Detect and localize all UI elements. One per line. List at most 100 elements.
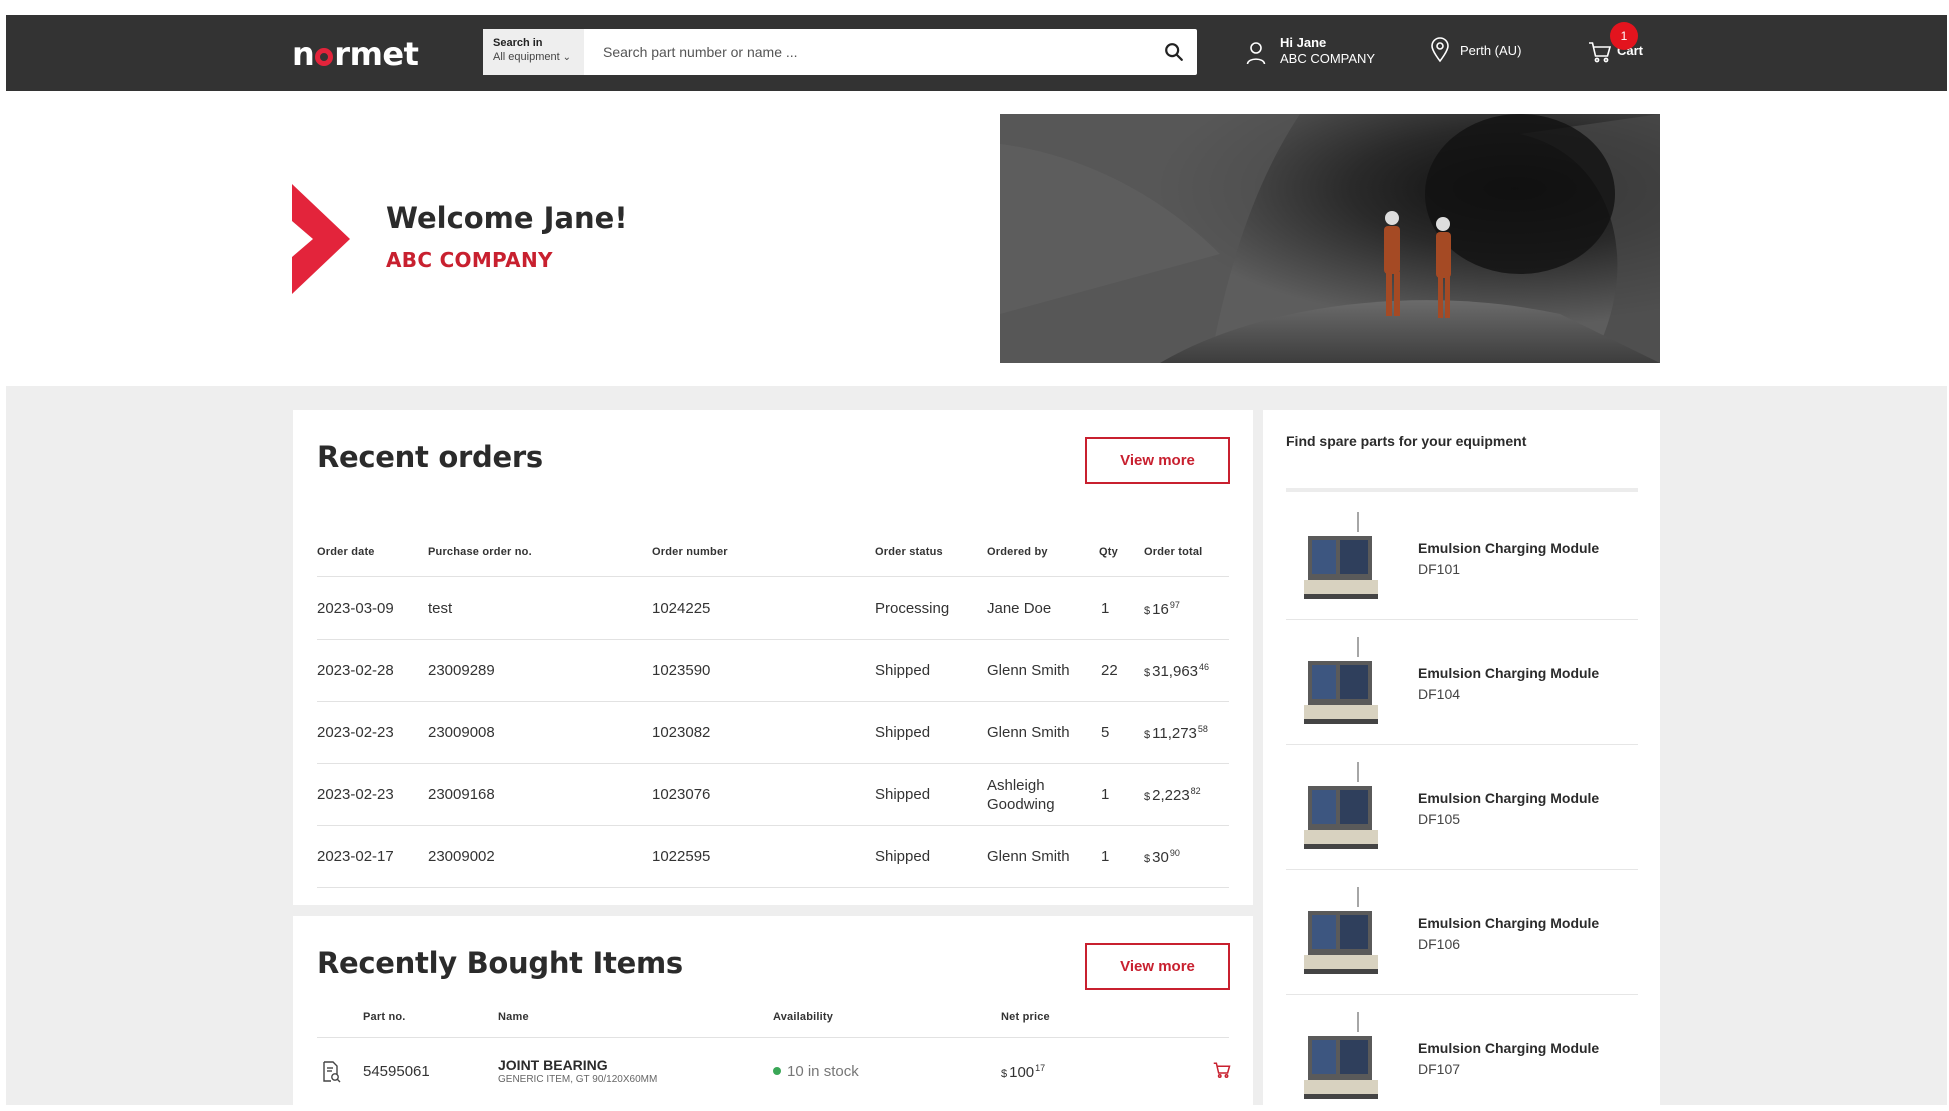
equipment-code: DF101 <box>1418 561 1461 577</box>
hero-tunnel-image <box>1000 114 1660 363</box>
part-number[interactable]: 54595061 <box>363 1063 430 1080</box>
equipment-item[interactable]: Emulsion Charging Module DF104 <box>1286 621 1638 745</box>
col-order-status[interactable]: Order status <box>875 546 943 558</box>
order-row[interactable]: 2023-02-28 23009289 1023590 Shipped Glen… <box>317 640 1229 702</box>
recently-bought-title: Recently Bought Items <box>317 946 683 980</box>
bought-item-row[interactable]: 54595061 JOINT BEARING GENERIC ITEM, GT … <box>317 1039 1231 1099</box>
order-number[interactable]: 1023590 <box>652 662 710 679</box>
col-order-number[interactable]: Order number <box>652 546 728 558</box>
user-greeting: Hi Jane <box>1280 35 1327 50</box>
availability: 10 in stock <box>773 1063 859 1080</box>
order-total: $3090 <box>1144 848 1180 866</box>
order-total: $2,22382 <box>1144 786 1201 804</box>
order-status: Shipped <box>875 848 931 865</box>
equipment-item[interactable]: Emulsion Charging Module DF105 <box>1286 746 1638 870</box>
spare-parts-panel: Find spare parts for your equipment Emul… <box>1263 410 1660 1105</box>
order-qty: 5 <box>1101 724 1110 741</box>
equipment-item[interactable]: Emulsion Charging Module DF107 <box>1286 996 1638 1105</box>
order-date: 2023-02-17 <box>317 848 394 865</box>
order-row[interactable]: 2023-02-23 23009008 1023082 Shipped Glen… <box>317 702 1229 764</box>
welcome-company-name: ABC COMPANY <box>386 248 553 272</box>
equipment-thumbnail <box>1304 512 1378 599</box>
purchase-order-no: 23009002 <box>428 848 495 865</box>
equipment-thumbnail <box>1304 887 1378 974</box>
search-input[interactable] <box>593 29 1153 75</box>
search-scope-dropdown[interactable]: Search in All equipment ⌄ <box>483 29 584 75</box>
order-qty: 1 <box>1101 848 1110 865</box>
col-ordered-by[interactable]: Ordered by <box>987 546 1048 558</box>
equipment-name: Emulsion Charging Module <box>1418 915 1600 931</box>
item-description: GENERIC ITEM, GT 90/120X60MM <box>498 1074 658 1085</box>
ordered-by: Ashleigh Goodwing <box>987 777 1055 813</box>
order-row[interactable]: 2023-02-17 23009002 1022595 Shipped Glen… <box>317 826 1229 888</box>
order-date: 2023-02-23 <box>317 724 394 741</box>
page: nrmet Search in All equipment⌄ Hi Jane A… <box>6 15 1947 1105</box>
equipment-item[interactable]: Emulsion Charging Module DF106 <box>1286 871 1638 995</box>
equipment-code: DF107 <box>1418 1061 1461 1077</box>
order-row[interactable]: 2023-03-09 test 1024225 Processing Jane … <box>317 578 1229 640</box>
order-total: $1697 <box>1144 600 1180 618</box>
equipment-code: DF106 <box>1418 936 1461 952</box>
order-total: $11,27358 <box>1144 724 1208 742</box>
col-order-total[interactable]: Order total <box>1144 546 1202 558</box>
order-qty: 22 <box>1101 662 1118 679</box>
equipment-thumbnail <box>1304 637 1378 724</box>
cart-count-badge: 1 <box>1610 22 1638 50</box>
equipment-code: DF105 <box>1418 811 1461 827</box>
recently-bought-view-more-button[interactable]: View more <box>1085 943 1230 990</box>
col-qty[interactable]: Qty <box>1099 546 1118 558</box>
order-qty: 1 <box>1101 600 1110 617</box>
order-number[interactable]: 1022595 <box>652 848 710 865</box>
ordered-by: Glenn Smith <box>987 848 1070 865</box>
order-status: Processing <box>875 600 950 617</box>
in-stock-dot-icon <box>773 1067 781 1075</box>
col-part-no: Part no. <box>363 1011 406 1023</box>
orders-table-header: Order date Purchase order no. Order numb… <box>317 540 1229 577</box>
equipment-name: Emulsion Charging Module <box>1418 790 1600 806</box>
net-price: $10017 <box>1001 1063 1046 1081</box>
order-date: 2023-02-28 <box>317 662 394 679</box>
recent-orders-title: Recent orders <box>317 440 543 474</box>
equipment-name: Emulsion Charging Module <box>1418 540 1600 556</box>
ordered-by: Glenn Smith <box>987 724 1070 741</box>
purchase-order-no: 23009008 <box>428 724 495 741</box>
user-company: ABC COMPANY <box>1280 51 1376 66</box>
order-qty: 1 <box>1101 786 1110 803</box>
col-order-date[interactable]: Order date <box>317 546 375 558</box>
user-icon <box>1246 42 1266 65</box>
order-row[interactable]: 2023-02-23 23009168 1023076 Shipped Ashl… <box>317 764 1229 826</box>
order-status: Shipped <box>875 662 931 679</box>
add-to-cart-icon[interactable] <box>1213 1061 1231 1079</box>
col-purchase-order-no[interactable]: Purchase order no. <box>428 546 532 558</box>
item-name[interactable]: JOINT BEARING <box>498 1057 608 1073</box>
recent-orders-view-more-button[interactable]: View more <box>1085 437 1230 484</box>
order-number[interactable]: 1023082 <box>652 724 710 741</box>
search-bar: Search in All equipment ⌄ <box>483 29 1197 75</box>
order-status: Shipped <box>875 786 931 803</box>
search-scope-value: All equipment <box>493 51 560 63</box>
chevron-down-icon: ⌄ <box>562 52 572 63</box>
welcome-heading: Welcome Jane! <box>386 201 628 235</box>
purchase-order-no: 23009289 <box>428 662 495 679</box>
order-number[interactable]: 1023076 <box>652 786 710 803</box>
normet-logo[interactable]: n rmet <box>292 35 419 73</box>
location-pin-icon <box>1431 37 1449 63</box>
search-icon[interactable] <box>1163 41 1185 63</box>
bought-table-header: Part no. Name Availability Net price <box>317 998 1229 1038</box>
equipment-name: Emulsion Charging Module <box>1418 665 1600 681</box>
equipment-name: Emulsion Charging Module <box>1418 1040 1600 1056</box>
cart-icon <box>1589 42 1612 63</box>
recent-orders-panel: Recent orders View more Order date Purch… <box>293 410 1253 905</box>
brand-chevron-icon <box>292 184 350 294</box>
order-status: Shipped <box>875 724 931 741</box>
order-number[interactable]: 1024225 <box>652 600 710 617</box>
ordered-by: Glenn Smith <box>987 662 1070 679</box>
equipment-item[interactable]: Emulsion Charging Module DF101 <box>1286 496 1638 620</box>
col-availability: Availability <box>773 1011 834 1023</box>
equipment-thumbnail <box>1304 762 1378 849</box>
document-search-icon[interactable] <box>321 1061 341 1083</box>
purchase-order-no: test <box>428 600 453 617</box>
search-scope-label: Search in <box>493 37 543 49</box>
ordered-by: Jane Doe <box>987 600 1052 617</box>
equipment-thumbnail <box>1304 1012 1378 1099</box>
